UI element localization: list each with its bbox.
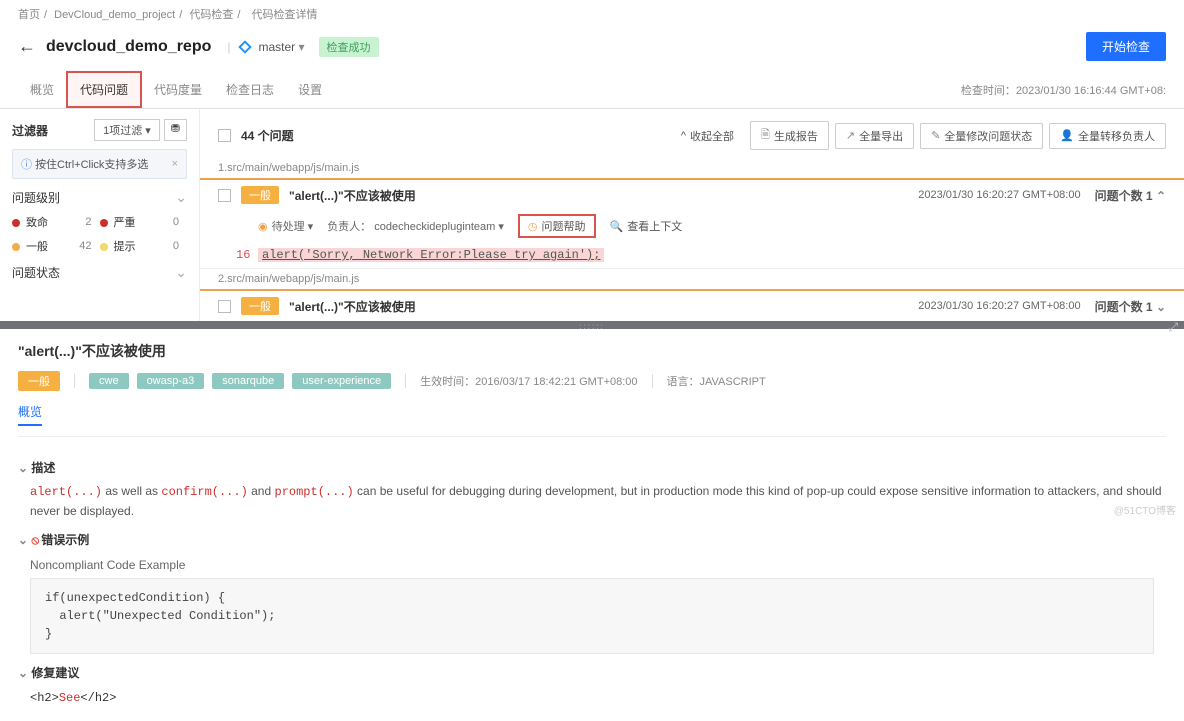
state-section[interactable]: 问题状态 <box>12 264 187 281</box>
tag-sonarqube[interactable]: sonarqube <box>212 373 284 389</box>
crumb-home[interactable]: 首页 <box>18 9 40 21</box>
collapse-all-button[interactable]: ^ 收起全部 <box>671 124 744 148</box>
detail-panel: "alert(...)"不应该被使用 一般 cwe owasp-a3 sonar… <box>0 329 1184 721</box>
severity-badge: 一般 <box>241 186 279 204</box>
noncompliant-heading: Noncompliant Code Example <box>30 558 1166 572</box>
issue-item-2: 一般 "alert(...)"不应该被使用 2023/01/30 16:20:2… <box>200 289 1184 321</box>
export-all-button[interactable]: ↗全量导出 <box>835 123 914 149</box>
back-arrow-icon[interactable]: ← <box>18 36 36 57</box>
start-check-button[interactable]: 开始检查 <box>1086 32 1166 61</box>
tag-ux[interactable]: user-experience <box>292 373 391 389</box>
check-time: 检查时间：2023/01/30 16:16:44 GMT+08: <box>961 82 1166 98</box>
file-path-2: 2.src/main/webapp/js/main.js <box>200 268 1184 289</box>
severity-badge: 一般 <box>241 297 279 315</box>
branch-select[interactable]: master <box>259 40 305 54</box>
view-context-button[interactable]: 🔍查看上下文 <box>610 218 683 234</box>
close-tip-icon[interactable]: × <box>172 158 178 170</box>
issue-time: 2023/01/30 16:20:27 GMT+08:00 <box>918 300 1080 312</box>
crumb-project[interactable]: DevCloud_demo_project <box>54 9 175 21</box>
issue-count-toggle[interactable]: 问题个数 1 <box>1095 187 1166 204</box>
crumb-detail: 代码检查详情 <box>251 9 317 21</box>
batch-owner-button[interactable]: 👤全量转移负责人 <box>1049 123 1166 149</box>
issue-checkbox[interactable] <box>218 189 231 202</box>
page-header: ← devcloud_demo_repo | master 检查成功 开始检查 <box>0 28 1184 71</box>
issue-title[interactable]: "alert(...)"不应该被使用 <box>289 298 416 315</box>
tag-cwe[interactable]: cwe <box>89 373 129 389</box>
filter-label: 过滤器 <box>12 122 48 139</box>
tab-issues[interactable]: 代码问题 <box>66 71 142 108</box>
issue-checkbox[interactable] <box>218 300 231 313</box>
issue-count-toggle[interactable]: 问题个数 1 <box>1095 298 1166 315</box>
issue-help-button[interactable]: ◷问题帮助 <box>518 214 596 238</box>
expand-icon[interactable]: ⤢ <box>1168 320 1178 335</box>
select-all-checkbox[interactable] <box>218 129 231 142</box>
issue-time: 2023/01/30 16:20:27 GMT+08:00 <box>918 189 1080 201</box>
repo-icon <box>237 39 253 55</box>
generate-report-button[interactable]: 🗎生成报告 <box>750 121 829 150</box>
breadcrumb: 首页/ DevCloud_demo_project/ 代码检查/ 代码检查详情 <box>0 0 1184 28</box>
tab-settings[interactable]: 设置 <box>286 73 334 106</box>
tab-metrics[interactable]: 代码度量 <box>142 73 214 106</box>
issue-total: 44 个问题 <box>241 127 294 144</box>
issue-list: 44 个问题 ^ 收起全部 🗎生成报告 ↗全量导出 ✎全量修改问题状态 👤全量转… <box>200 109 1184 321</box>
resize-handle[interactable]: :::::: ⤢ <box>0 321 1184 329</box>
section-bad-example[interactable]: ⦸错误示例 <box>18 531 1166 548</box>
code-snippet: 16 alert('Sorry, Network Error:Please tr… <box>200 246 1184 268</box>
tab-logs[interactable]: 检查日志 <box>214 73 286 106</box>
watermark: @51CTO博客 <box>1114 502 1176 517</box>
issue-title[interactable]: "alert(...)"不应该被使用 <box>289 187 416 204</box>
issue-item-1: 一般 "alert(...)"不应该被使用 2023/01/30 16:20:2… <box>200 178 1184 268</box>
batch-status-button[interactable]: ✎全量修改问题状态 <box>920 123 1043 149</box>
bad-example-code: if(unexpectedCondition) { alert("Unexpec… <box>30 578 1154 654</box>
file-path-1: 1.src/main/webapp/js/main.js <box>200 158 1184 178</box>
section-fix[interactable]: 修复建议 <box>18 664 1166 681</box>
filter-select[interactable]: 1项过滤 <box>94 119 160 141</box>
tabs: 概览 代码问题 代码度量 检查日志 设置 检查时间：2023/01/30 16:… <box>0 71 1184 109</box>
repo-title: devcloud_demo_repo <box>46 38 211 56</box>
section-description[interactable]: 描述 <box>18 459 1166 476</box>
status-badge: 检查成功 <box>319 37 379 57</box>
tab-overview[interactable]: 概览 <box>18 73 66 106</box>
detail-severity: 一般 <box>18 371 60 391</box>
severity-section[interactable]: 问题级别 <box>12 189 187 206</box>
detail-tab-overview[interactable]: 概览 <box>18 403 42 426</box>
detail-title: "alert(...)"不应该被使用 <box>18 341 1166 361</box>
crumb-check[interactable]: 代码检查 <box>189 9 233 21</box>
filter-sidebar: 过滤器 1项过滤 ⛃ ⓘ 按住Ctrl+Click支持多选 × 问题级别 致命 … <box>0 109 200 321</box>
description-text: alert(...) as well as confirm(...) and p… <box>18 482 1166 521</box>
multi-select-tip: ⓘ 按住Ctrl+Click支持多选 × <box>12 149 187 179</box>
fix-code: <h2>See</h2> <box>18 687 1166 709</box>
filter-tool-icon[interactable]: ⛃ <box>164 119 187 141</box>
tag-owasp[interactable]: owasp-a3 <box>137 373 205 389</box>
